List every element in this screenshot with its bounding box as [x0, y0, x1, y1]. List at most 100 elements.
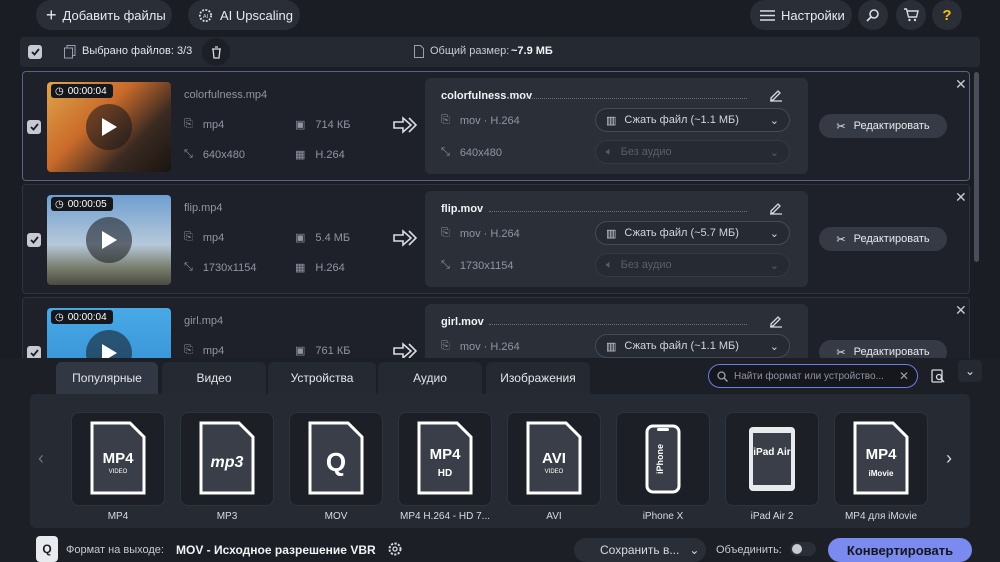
- ipad-icon: iPad Air: [749, 427, 795, 491]
- format-search-field[interactable]: Найти формат или устройство... ✕: [708, 364, 918, 388]
- carousel-next-icon[interactable]: ›: [946, 448, 952, 469]
- edit-button[interactable]: ✂ Редактировать: [819, 340, 947, 358]
- source-codec: ▦ H.264: [295, 261, 345, 275]
- output-filename[interactable]: flip.mov: [441, 203, 483, 215]
- format-mov[interactable]: Q: [289, 412, 383, 506]
- size-label: 761 КБ: [315, 344, 351, 357]
- convert-button[interactable]: Конвертировать: [828, 538, 972, 562]
- file-checkbox[interactable]: [27, 120, 41, 134]
- add-files-button[interactable]: + Добавить файлы: [36, 0, 172, 30]
- avi-icon-text: AVI: [542, 450, 566, 467]
- mp4-hd-icon-text: MP4: [430, 446, 462, 463]
- mp4-icon-text: MP4: [103, 450, 135, 467]
- play-button[interactable]: [86, 330, 132, 358]
- output-resolution-label: 1730x1154: [459, 259, 514, 272]
- tab-images[interactable]: Изображения: [486, 362, 590, 394]
- total-size-value: ~7.9 МБ: [511, 45, 553, 57]
- file-checkbox[interactable]: [27, 233, 41, 247]
- resize-icon: ⤡: [441, 259, 450, 271]
- play-icon: [102, 344, 117, 358]
- mp4-icon: MP4 VIDEO: [90, 421, 146, 495]
- format-mp4-hd[interactable]: MP4 HD: [398, 412, 492, 506]
- film-icon: ▦: [295, 149, 306, 161]
- compress-dropdown[interactable]: ▥ Сжать файл (~5.7 МБ) ⌄: [595, 221, 790, 245]
- format-icon: ⎘: [441, 227, 450, 239]
- scrollbar[interactable]: [974, 72, 979, 262]
- clock-icon: ◷: [55, 198, 64, 210]
- delete-selected-button[interactable]: [202, 38, 230, 66]
- compress-dropdown[interactable]: ▥ Сжать файл (~1.1 МБ) ⌄: [595, 334, 790, 358]
- format-search-input[interactable]: Найти формат или устройство...: [734, 371, 893, 382]
- format-ipad-air-2[interactable]: iPad Air: [725, 412, 819, 506]
- format-mp4[interactable]: MP4 VIDEO: [71, 412, 165, 506]
- ai-upscaling-label: AI Upscaling: [220, 7, 293, 23]
- file-checkbox[interactable]: [27, 346, 41, 358]
- video-thumbnail[interactable]: ◷ 00:00:04: [47, 308, 171, 358]
- cart-icon: [904, 8, 919, 22]
- source-filename: girl.mp4: [184, 315, 224, 327]
- film-icon: ▦: [295, 262, 306, 274]
- play-button[interactable]: [86, 217, 132, 263]
- trash-icon: [211, 45, 221, 59]
- pencil-icon[interactable]: [769, 88, 783, 102]
- check-icon: [29, 349, 39, 357]
- edit-button[interactable]: ✂ Редактировать: [819, 227, 947, 251]
- format-icon: ⎘: [441, 340, 450, 352]
- settings-button[interactable]: Настройки: [750, 0, 852, 30]
- pencil-icon[interactable]: [769, 201, 783, 215]
- ai-upscaling-button[interactable]: AI AI Upscaling: [188, 0, 300, 30]
- format-iphone-x[interactable]: iPhone: [616, 412, 710, 506]
- tab-devices[interactable]: Устройства: [268, 362, 376, 394]
- format-mp4-imovie[interactable]: MP4 iMovie: [834, 412, 928, 506]
- source-resolution: ⤡ 640x480: [184, 148, 245, 161]
- collapse-panel-button[interactable]: ⌄: [958, 360, 982, 382]
- audio-dropdown[interactable]: 🔈︎ Без аудио ⌄: [595, 253, 790, 277]
- save-to-dropdown[interactable]: Сохранить в... ⌄: [574, 538, 706, 562]
- format-carousel: ‹ › MP4 VIDEO MP4 mp3 MP3 Q MOV MP4 HD MP4…: [30, 394, 970, 528]
- tab-popular[interactable]: Популярные: [56, 362, 158, 394]
- output-filename[interactable]: girl.mov: [441, 316, 484, 328]
- edit-label: Редактировать: [853, 346, 930, 358]
- audio-dropdown[interactable]: 🔈︎ Без аудио ⌄: [595, 140, 790, 164]
- compress-label: Сжать файл (~1.1 МБ): [624, 114, 739, 126]
- remove-file-icon[interactable]: ✕: [955, 302, 967, 319]
- tab-audio[interactable]: Аудио: [378, 362, 482, 394]
- output-format-thumbnail[interactable]: Q: [36, 536, 58, 562]
- video-thumbnail[interactable]: ◷ 00:00:04: [47, 82, 171, 172]
- source-size: ▣ 5.4 МБ: [295, 231, 350, 245]
- help-button[interactable]: ?: [932, 0, 962, 30]
- format-mp3[interactable]: mp3: [180, 412, 274, 506]
- duration-badge: ◷ 00:00:04: [51, 84, 113, 98]
- merge-toggle[interactable]: [790, 542, 816, 556]
- output-resolution: ⤡ 640x480: [441, 146, 502, 159]
- remove-file-icon[interactable]: ✕: [955, 189, 967, 206]
- format-settings-button[interactable]: [928, 366, 948, 386]
- file-row[interactable]: ◷ 00:00:04 girl.mp4 ⎘ mp4 ▣ 761 КБ girl.mov…: [22, 297, 970, 358]
- play-button[interactable]: [86, 104, 132, 150]
- format-avi[interactable]: AVI VIDEO: [507, 412, 601, 506]
- remove-file-icon[interactable]: ✕: [955, 76, 967, 93]
- search-button[interactable]: [858, 0, 888, 30]
- compress-dropdown[interactable]: ▥ Сжать файл (~1.1 МБ) ⌄: [595, 108, 790, 132]
- cart-button[interactable]: [896, 0, 926, 30]
- pencil-icon[interactable]: [769, 314, 783, 328]
- video-thumbnail[interactable]: ◷ 00:00:05: [47, 195, 171, 285]
- chevron-down-icon: ⌄: [964, 364, 976, 378]
- audio-label: Без аудио: [620, 259, 672, 271]
- edit-button[interactable]: ✂ Редактировать: [819, 114, 947, 138]
- select-all-checkbox[interactable]: [28, 45, 42, 59]
- output-filename[interactable]: colorfulness.mov: [441, 90, 532, 102]
- bottom-bar: Q Формат на выходе: MOV - Исходное разре…: [0, 536, 1000, 562]
- file-row[interactable]: ◷ 00:00:05 flip.mp4 ⎘ mp4 ▣ 5.4 МБ ⤡ 1730x11…: [22, 184, 970, 294]
- save-to-label: Сохранить в...: [600, 543, 680, 557]
- output-format-value[interactable]: MOV - Исходное разрешение VBR: [176, 543, 376, 557]
- iphone-icon-text: iPhone: [655, 444, 665, 474]
- compress-icon: ▥: [606, 340, 617, 353]
- file-row[interactable]: ◷ 00:00:04 colorfulness.mp4 ⎘ mp4 ▣ 714 КБ …: [22, 71, 970, 181]
- tab-video[interactable]: Видео: [162, 362, 266, 394]
- sliders-icon: [760, 9, 775, 21]
- clear-search-icon[interactable]: ✕: [899, 369, 909, 383]
- carousel-prev-icon[interactable]: ‹: [38, 448, 44, 469]
- output-settings-button[interactable]: [382, 538, 408, 560]
- resolution-label: 1730x1154: [202, 261, 257, 274]
